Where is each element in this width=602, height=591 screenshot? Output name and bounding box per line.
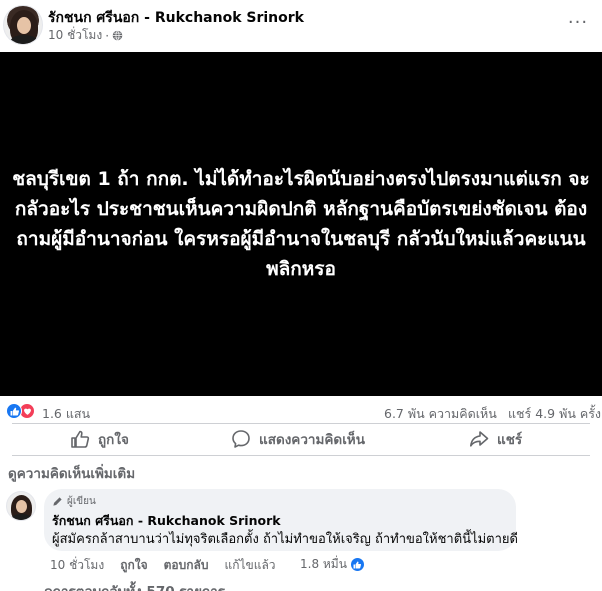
comment-text: ผู้สมัครกล้าสาบานว่าไม่ทุจริตเลือกตั้ง ถ… [52, 532, 518, 547]
like-label: ถูกใจ [98, 432, 129, 448]
reaction-summary: 1.6 แสน 6.7 พัน ความคิดเห็น แชร์ 4.9 พัน… [0, 400, 602, 424]
comment-reply-button[interactable]: ตอบกลับ [164, 556, 209, 575]
author-avatar[interactable] [3, 5, 43, 45]
share-label: แชร์ [497, 432, 523, 448]
pen-icon [53, 497, 62, 506]
comment-bubble: ผู้เขียน รักชนก ศรีนอก - Rukchanok Srino… [44, 489, 518, 551]
comment-label: แสดงความคิดเห็น [259, 432, 365, 448]
globe-icon [112, 30, 123, 41]
post-card-text: ชลบุรีเขต 1 ถ้า กกต. ไม่ได้ทำอะไรผิดนับอ… [12, 168, 590, 280]
comment-icon [232, 430, 250, 448]
commenter-avatar[interactable] [6, 491, 36, 521]
view-replies-link[interactable]: ดูการตอบกลับทั้ง 570 รายการ [44, 580, 225, 591]
author-badge: ผู้เขียน [52, 494, 96, 509]
reaction-icons[interactable] [6, 403, 35, 419]
comment-like-button[interactable]: ถูกใจ [120, 556, 147, 575]
post-header: รักชนก ศรีนอก - Rukchanok Srinork 10 ชั่… [0, 0, 602, 52]
comment-edited-label[interactable]: แก้ไขแล้ว [224, 556, 275, 575]
author-badge-label: ผู้เขียน [67, 496, 96, 507]
reaction-count[interactable]: 1.6 แสน [42, 404, 90, 424]
share-icon [470, 431, 489, 447]
like-reaction-icon [349, 557, 365, 572]
comment-reaction-count: 1.8 หมื่น [300, 557, 347, 571]
comment-count[interactable]: 6.7 พัน ความคิดเห็น [384, 404, 497, 424]
view-more-comments-link[interactable]: ดูความคิดเห็นเพิ่มเติม [8, 462, 135, 484]
post-meta: 10 ชั่วโมง · [48, 26, 123, 45]
divider [12, 423, 590, 424]
share-count[interactable]: แชร์ 4.9 พัน ครั้ง [508, 404, 601, 424]
post-text-card: ชลบุรีเขต 1 ถ้า กกต. ไม่ได้ทำอะไรผิดนับอ… [0, 52, 602, 396]
comment-button[interactable]: แสดงความคิดเห็น [231, 426, 365, 452]
divider [12, 455, 590, 456]
like-reaction-icon [6, 403, 22, 419]
share-button[interactable]: แชร์ [469, 426, 522, 452]
like-button[interactable]: ถูกใจ [70, 426, 129, 452]
post-actions: ถูกใจ แสดงความคิดเห็น แชร์ [0, 426, 602, 452]
more-options-button[interactable]: ··· [566, 10, 590, 34]
comment-actions: 10 ชั่วโมง ถูกใจ ตอบกลับ แก้ไขแล้ว [50, 557, 292, 573]
more-options-icon: ··· [567, 11, 589, 33]
comment-reaction-summary[interactable]: 1.8 หมื่น [300, 555, 365, 574]
thumbs-up-icon [71, 430, 90, 448]
comment-timestamp[interactable]: 10 ชั่วโมง [50, 556, 104, 575]
facebook-post: รักชนก ศรีนอก - Rukchanok Srinork 10 ชั่… [0, 0, 602, 591]
post-timestamp[interactable]: 10 ชั่วโมง [48, 26, 102, 45]
